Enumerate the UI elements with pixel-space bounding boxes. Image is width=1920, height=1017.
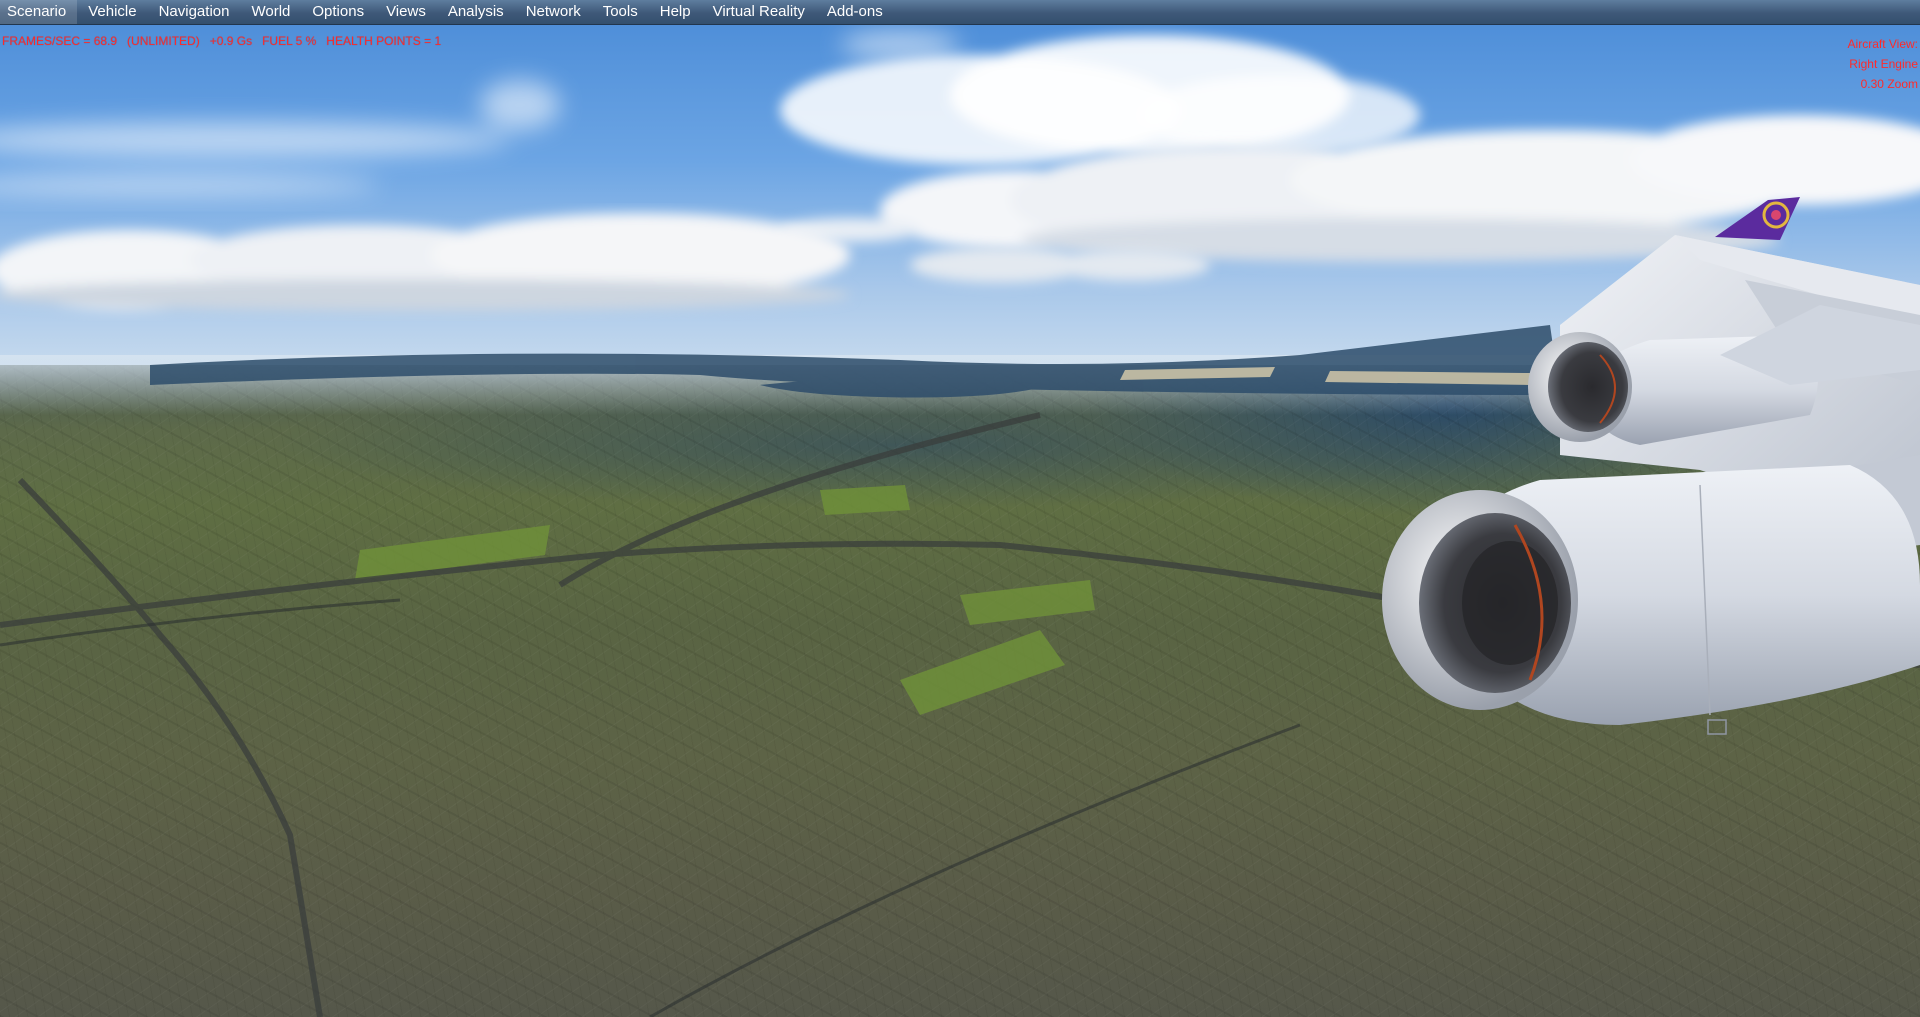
menu-options[interactable]: Options [301,0,375,24]
hud-status-line: FRAMES/SEC = 68.9 (UNLIMITED) +0.9 Gs FU… [2,34,442,48]
inner-engine [1382,465,1920,735]
menu-navigation[interactable]: Navigation [148,0,241,24]
menu-tools[interactable]: Tools [592,0,649,24]
aircraft-right-wing [1382,197,1920,735]
hud-view-title: Aircraft View: [1847,37,1918,51]
hud-view-info: Aircraft View: Right Engine 0.30 Zoom [1848,34,1918,94]
menu-virtual-reality[interactable]: Virtual Reality [702,0,816,24]
menu-network[interactable]: Network [515,0,592,24]
menu-vehicle[interactable]: Vehicle [77,0,147,24]
menu-bar: Scenario Vehicle Navigation World Option… [0,0,1920,25]
menu-scenario[interactable]: Scenario [0,0,78,24]
simulator-viewport[interactable] [0,25,1920,1017]
menu-help[interactable]: Help [649,0,702,24]
menu-add-ons[interactable]: Add-ons [816,0,894,24]
menu-analysis[interactable]: Analysis [437,0,515,24]
menu-world[interactable]: World [240,0,301,24]
menu-views[interactable]: Views [375,0,437,24]
hud-view-name: Right Engine [1849,57,1918,71]
hud-zoom-level: 0.30 Zoom [1860,77,1918,91]
